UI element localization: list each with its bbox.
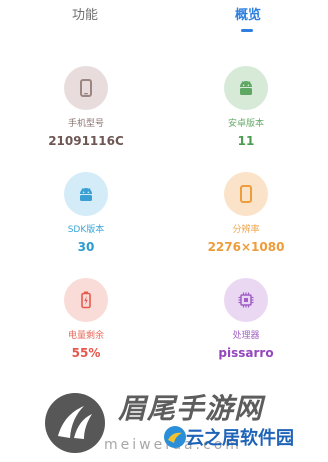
android-icon [240, 81, 252, 95]
phone-model-label: 手机型号 [67, 119, 104, 129]
resolution-value: 2276×1080 [207, 240, 285, 254]
sdk-version-label: SDK版本 [67, 225, 105, 235]
android-version-circle [224, 66, 268, 110]
android-version-label: 安卓版本 [227, 119, 264, 129]
battery-icon [81, 291, 91, 309]
resolution-circle [224, 172, 268, 216]
resolution-label: 分辨率 [232, 225, 260, 235]
processor-circle [224, 278, 268, 322]
processor-icon [238, 292, 254, 308]
battery-label: 电量剩余 [67, 331, 104, 341]
phone-icon [80, 79, 92, 97]
watermark-logo-icon [45, 393, 105, 453]
battery-value: 55% [71, 346, 101, 360]
site-badge-icon [164, 426, 186, 448]
phone-model-value: 21091116C [48, 134, 124, 148]
android-version-value: 11 [237, 134, 255, 148]
tab-bar: 功能 概览 [0, 0, 328, 40]
watermark-site-name: 云之居软件园 [186, 428, 294, 449]
active-tab-indicator [241, 29, 253, 32]
sdk-version-circle [64, 172, 108, 216]
phone-model-circle [64, 66, 108, 110]
battery-circle [64, 278, 108, 322]
device-overview-screen: 功能 概览 手机型号 21091116C 安卓版本 11 SDK版本 30 分辨… [0, 0, 328, 462]
tab-overview[interactable]: 概览 [235, 7, 261, 25]
watermark-title: 眉尾手游网 [118, 392, 264, 425]
processor-value: pissarro [218, 346, 274, 360]
processor-label: 处理器 [232, 331, 260, 341]
sdk-version-value: 30 [77, 240, 95, 254]
sdk-chip-icon [80, 188, 92, 201]
tab-functions[interactable]: 功能 [72, 7, 98, 25]
screen-icon [240, 185, 252, 203]
